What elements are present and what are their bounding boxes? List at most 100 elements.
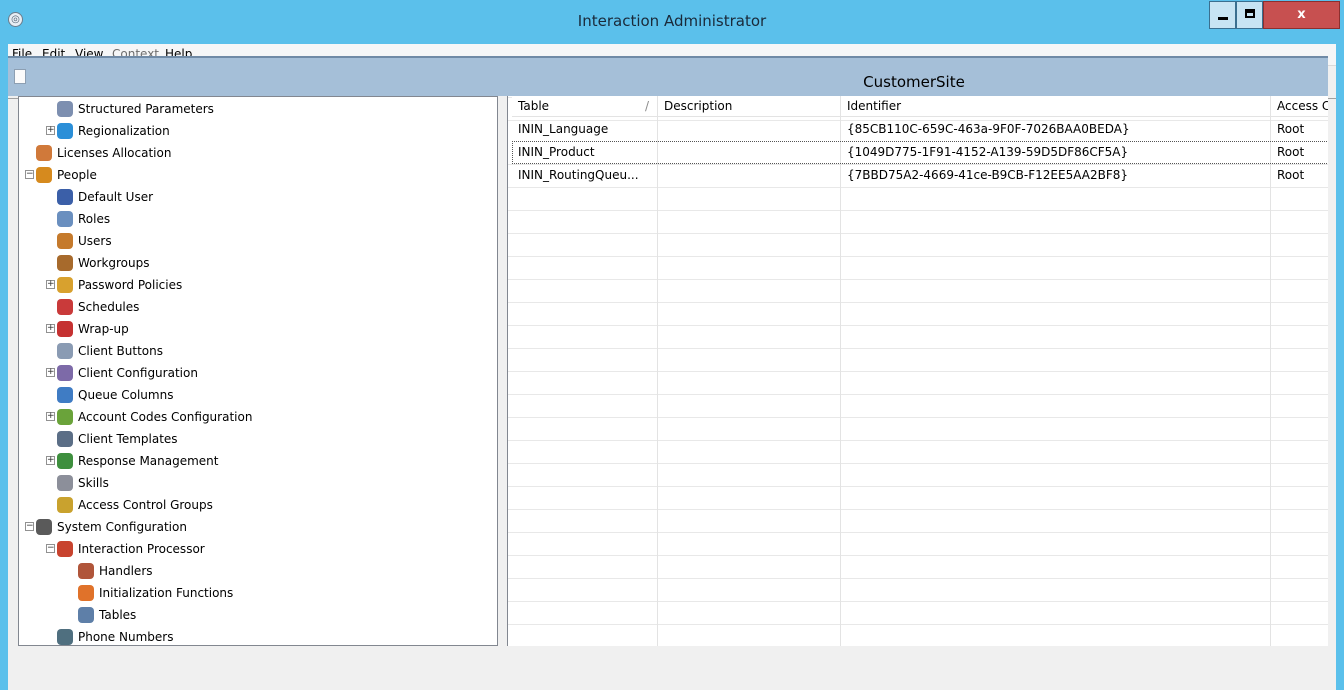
cell-description[interactable] (658, 118, 841, 140)
cell-access[interactable]: Root (1271, 164, 1328, 186)
tree-item-label: Tables (99, 608, 137, 622)
tree-item-label: Password Policies (78, 278, 183, 292)
tree-item-structured-parameters[interactable]: Structured Parameters (19, 98, 489, 120)
structured-parameters-icon (57, 101, 73, 117)
tree-item-label: Schedules (78, 300, 140, 314)
tree-item-initialization-functions[interactable]: Initialization Functions (19, 582, 489, 604)
client-buttons-icon (57, 343, 73, 359)
table-row-focus (512, 141, 1328, 164)
minimize-button[interactable] (1209, 1, 1236, 29)
document-icon (14, 69, 26, 84)
tree-item-skills[interactable]: Skills (19, 472, 489, 494)
handlers-icon (78, 563, 94, 579)
cell-identifier[interactable]: {85CB110C-659C-463a-9F0F-7026BAA0BEDA} (841, 118, 1271, 140)
tree-item-label: Initialization Functions (99, 586, 234, 600)
tree-item-password-policies[interactable]: + Password Policies (19, 274, 489, 296)
tree-item-wrap-up[interactable]: + Wrap-up (19, 318, 489, 340)
client-configuration-icon (57, 365, 73, 381)
tree-item-interaction-processor[interactable]: − Interaction Processor (19, 538, 489, 560)
column-header-table[interactable]: Table / (512, 96, 658, 117)
globe-icon (57, 123, 73, 139)
maximize-button[interactable] (1236, 1, 1263, 29)
tree-item-client-templates[interactable]: Client Templates (19, 428, 489, 450)
tree-item-label: Client Templates (78, 432, 178, 446)
tree-item-label: Client Buttons (78, 344, 164, 358)
response-management-icon (57, 453, 73, 469)
collapse-icon[interactable]: − (25, 522, 34, 531)
tree-item-regionalization[interactable]: + Regionalization (19, 120, 489, 142)
navigation-tree: ▲ Structured Parameters+RegionalizationL… (18, 96, 498, 646)
tree-item-default-user[interactable]: Default User (19, 186, 489, 208)
tree-item-label: Account Codes Configuration (78, 410, 253, 424)
tree-item-system-configuration[interactable]: − System Configuration (19, 516, 489, 538)
tree-item-label: Wrap-up (78, 322, 129, 336)
expand-icon[interactable]: + (46, 280, 55, 289)
cell-table[interactable]: ININ_Language (512, 118, 658, 140)
expand-icon[interactable]: + (46, 324, 55, 333)
account-codes-icon (57, 409, 73, 425)
tree-item-phone-numbers[interactable]: Phone Numbers (19, 626, 489, 645)
tree-item-label: Access Control Groups (78, 498, 213, 512)
roles-icon (57, 211, 73, 227)
tree-item-tables[interactable]: Tables (19, 604, 489, 626)
sort-indicator-icon: / (644, 99, 649, 113)
tree-item-label: System Configuration (57, 520, 187, 534)
expand-icon[interactable]: + (46, 456, 55, 465)
tree-item-label: Response Management (78, 454, 219, 468)
tree-item-client-configuration[interactable]: + Client Configuration (19, 362, 489, 384)
tree-item-label: Licenses Allocation (57, 146, 172, 160)
license-icon (36, 145, 52, 161)
tree-item-roles[interactable]: Roles (19, 208, 489, 230)
initialization-icon (78, 585, 94, 601)
cell-access[interactable]: Root (1271, 118, 1328, 140)
tree-item-label: Default User (78, 190, 154, 204)
tree-item-access-control-groups[interactable]: Access Control Groups (19, 494, 489, 516)
wrap-up-icon (57, 321, 73, 337)
collapse-icon[interactable]: − (46, 544, 55, 553)
collapse-icon[interactable]: − (25, 170, 34, 179)
tree-item-users[interactable]: Users (19, 230, 489, 252)
tree-item-label: Roles (78, 212, 111, 226)
window-title: Interaction Administrator (577, 12, 767, 30)
tree-item-queue-columns[interactable]: Queue Columns (19, 384, 489, 406)
tree-item-workgroups[interactable]: Workgroups (19, 252, 489, 274)
view-title: CustomerSite (863, 73, 965, 91)
title-bar: ◎ Interaction Administrator x (0, 0, 1344, 44)
tree-item-label: Skills (78, 476, 109, 490)
column-header-access-c[interactable]: Access C (1271, 96, 1328, 117)
pane-splitter[interactable] (498, 96, 507, 646)
access-control-icon (57, 497, 73, 513)
expand-icon[interactable]: + (46, 368, 55, 377)
people-icon (36, 167, 52, 183)
tree-item-account-codes-configuration[interactable]: + Account Codes Configuration (19, 406, 489, 428)
view-header: CustomerSite (8, 56, 1328, 96)
tree-item-response-management[interactable]: + Response Management (19, 450, 489, 472)
column-header-description[interactable]: Description (658, 96, 841, 117)
tree-item-label: Phone Numbers (78, 630, 174, 644)
tree-item-licenses-allocation[interactable]: Licenses Allocation (19, 142, 489, 164)
expand-icon[interactable]: + (46, 412, 55, 421)
tree-item-label: Users (78, 234, 112, 248)
cell-description[interactable] (658, 164, 841, 186)
cell-table[interactable]: ININ_RoutingQueu... (512, 164, 658, 186)
tree-item-label: Queue Columns (78, 388, 174, 402)
cell-identifier[interactable]: {7BBD75A2-4669-41ce-B9CB-F12EE5AA2BF8} (841, 164, 1271, 186)
expand-icon[interactable]: + (46, 126, 55, 135)
close-button[interactable]: x (1263, 1, 1340, 29)
tree-item-schedules[interactable]: Schedules (19, 296, 489, 318)
key-icon (57, 277, 73, 293)
tree-item-label: Workgroups (78, 256, 150, 270)
tree-item-label: Handlers (99, 564, 153, 578)
queue-columns-icon (57, 387, 73, 403)
tree-item-client-buttons[interactable]: Client Buttons (19, 340, 489, 362)
system-configuration-icon (36, 519, 52, 535)
client-templates-icon (57, 431, 73, 447)
phone-icon (57, 629, 73, 645)
column-header-identifier[interactable]: Identifier (841, 96, 1271, 117)
tables-grid: Table / Description Identifier Access C ININ_… (507, 96, 1328, 646)
skills-icon (57, 475, 73, 491)
tree-item-people[interactable]: − People (19, 164, 489, 186)
table-icon (78, 607, 94, 623)
tree-item-handlers[interactable]: Handlers (19, 560, 489, 582)
default-user-icon (57, 189, 73, 205)
